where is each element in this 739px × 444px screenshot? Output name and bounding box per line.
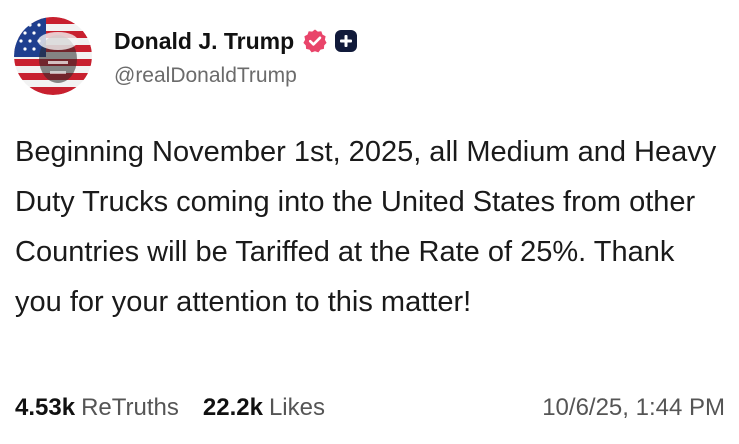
post-header: Donald J. Trump @realDonaldTrump [14,14,358,98]
verified-check-icon [302,28,328,54]
likes-label: Likes [268,394,325,421]
retruths-label: ReTruths [81,394,179,421]
handle[interactable]: @realDonaldTrump [114,64,357,88]
post-card: Donald J. Trump @realDonaldTrump Beginni… [0,0,739,444]
name-row: Donald J. Trump [114,24,358,58]
plus-badge-icon [335,30,358,52]
likes-count: 22.2k [202,394,263,421]
avatar[interactable] [14,17,92,95]
timestamp[interactable]: 10/6/25, 1:44 PM [542,394,725,422]
post-footer: 4.53k ReTruths 22.2k Likes 10/6/25, 1:44… [15,390,725,426]
retruths-count: 4.53k [15,394,76,421]
post-text: Beginning November 1st, 2025, all Medium… [15,136,717,318]
avatar-image [14,17,92,95]
display-name[interactable]: Donald J. Trump [114,28,294,55]
author-info: Donald J. Trump @realDonaldTrump [114,24,358,88]
likes-stat[interactable]: 22.2k Likes [203,394,325,422]
retruths-stat[interactable]: 4.53k ReTruths [15,394,179,422]
